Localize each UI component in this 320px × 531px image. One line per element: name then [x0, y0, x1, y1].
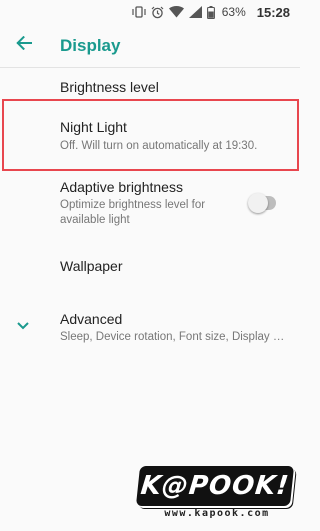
wifi-icon — [168, 6, 184, 18]
back-button[interactable] — [2, 24, 46, 68]
battery-percent: 63% — [221, 5, 246, 19]
arrow-back-icon — [16, 35, 32, 55]
watermark-logo: K@POOK! — [135, 466, 295, 506]
page-title: Display — [60, 35, 121, 55]
battery-icon — [206, 5, 215, 19]
toggle-knob — [248, 193, 268, 213]
app-bar: Display — [0, 24, 300, 68]
setting-brightness-level[interactable]: Brightness level — [0, 68, 300, 100]
alarm-icon — [151, 6, 164, 19]
setting-advanced[interactable]: Advanced Sleep, Device rotation, Font si… — [0, 298, 300, 354]
setting-wallpaper[interactable]: Wallpaper — [0, 238, 300, 294]
setting-summary: Sleep, Device rotation, Font size, Displ… — [60, 331, 290, 343]
setting-title: Night Light — [60, 119, 127, 135]
signal-icon — [188, 6, 202, 18]
adaptive-brightness-toggle[interactable] — [248, 193, 276, 213]
vibrate-icon — [132, 6, 146, 18]
status-bar: 63% 15:28 — [0, 0, 300, 24]
setting-title: Wallpaper — [60, 258, 123, 274]
setting-title: Advanced — [60, 311, 123, 327]
watermark: K@POOK! www.kapook.com — [135, 466, 295, 524]
setting-adaptive-brightness[interactable]: Adaptive brightness Optimize brightness … — [0, 172, 300, 236]
setting-summary-line2: available light — [60, 214, 130, 226]
setting-summary: Off. Will turn on automatically at 19:30… — [60, 140, 258, 152]
watermark-url: www.kapook.com — [164, 508, 270, 519]
clock: 15:28 — [256, 4, 290, 20]
chevron-down-icon — [16, 318, 30, 336]
setting-title: Adaptive brightness — [60, 179, 183, 195]
setting-title: Brightness level — [60, 79, 159, 95]
setting-night-light[interactable]: Night Light Off. Will turn on automatica… — [0, 101, 300, 171]
